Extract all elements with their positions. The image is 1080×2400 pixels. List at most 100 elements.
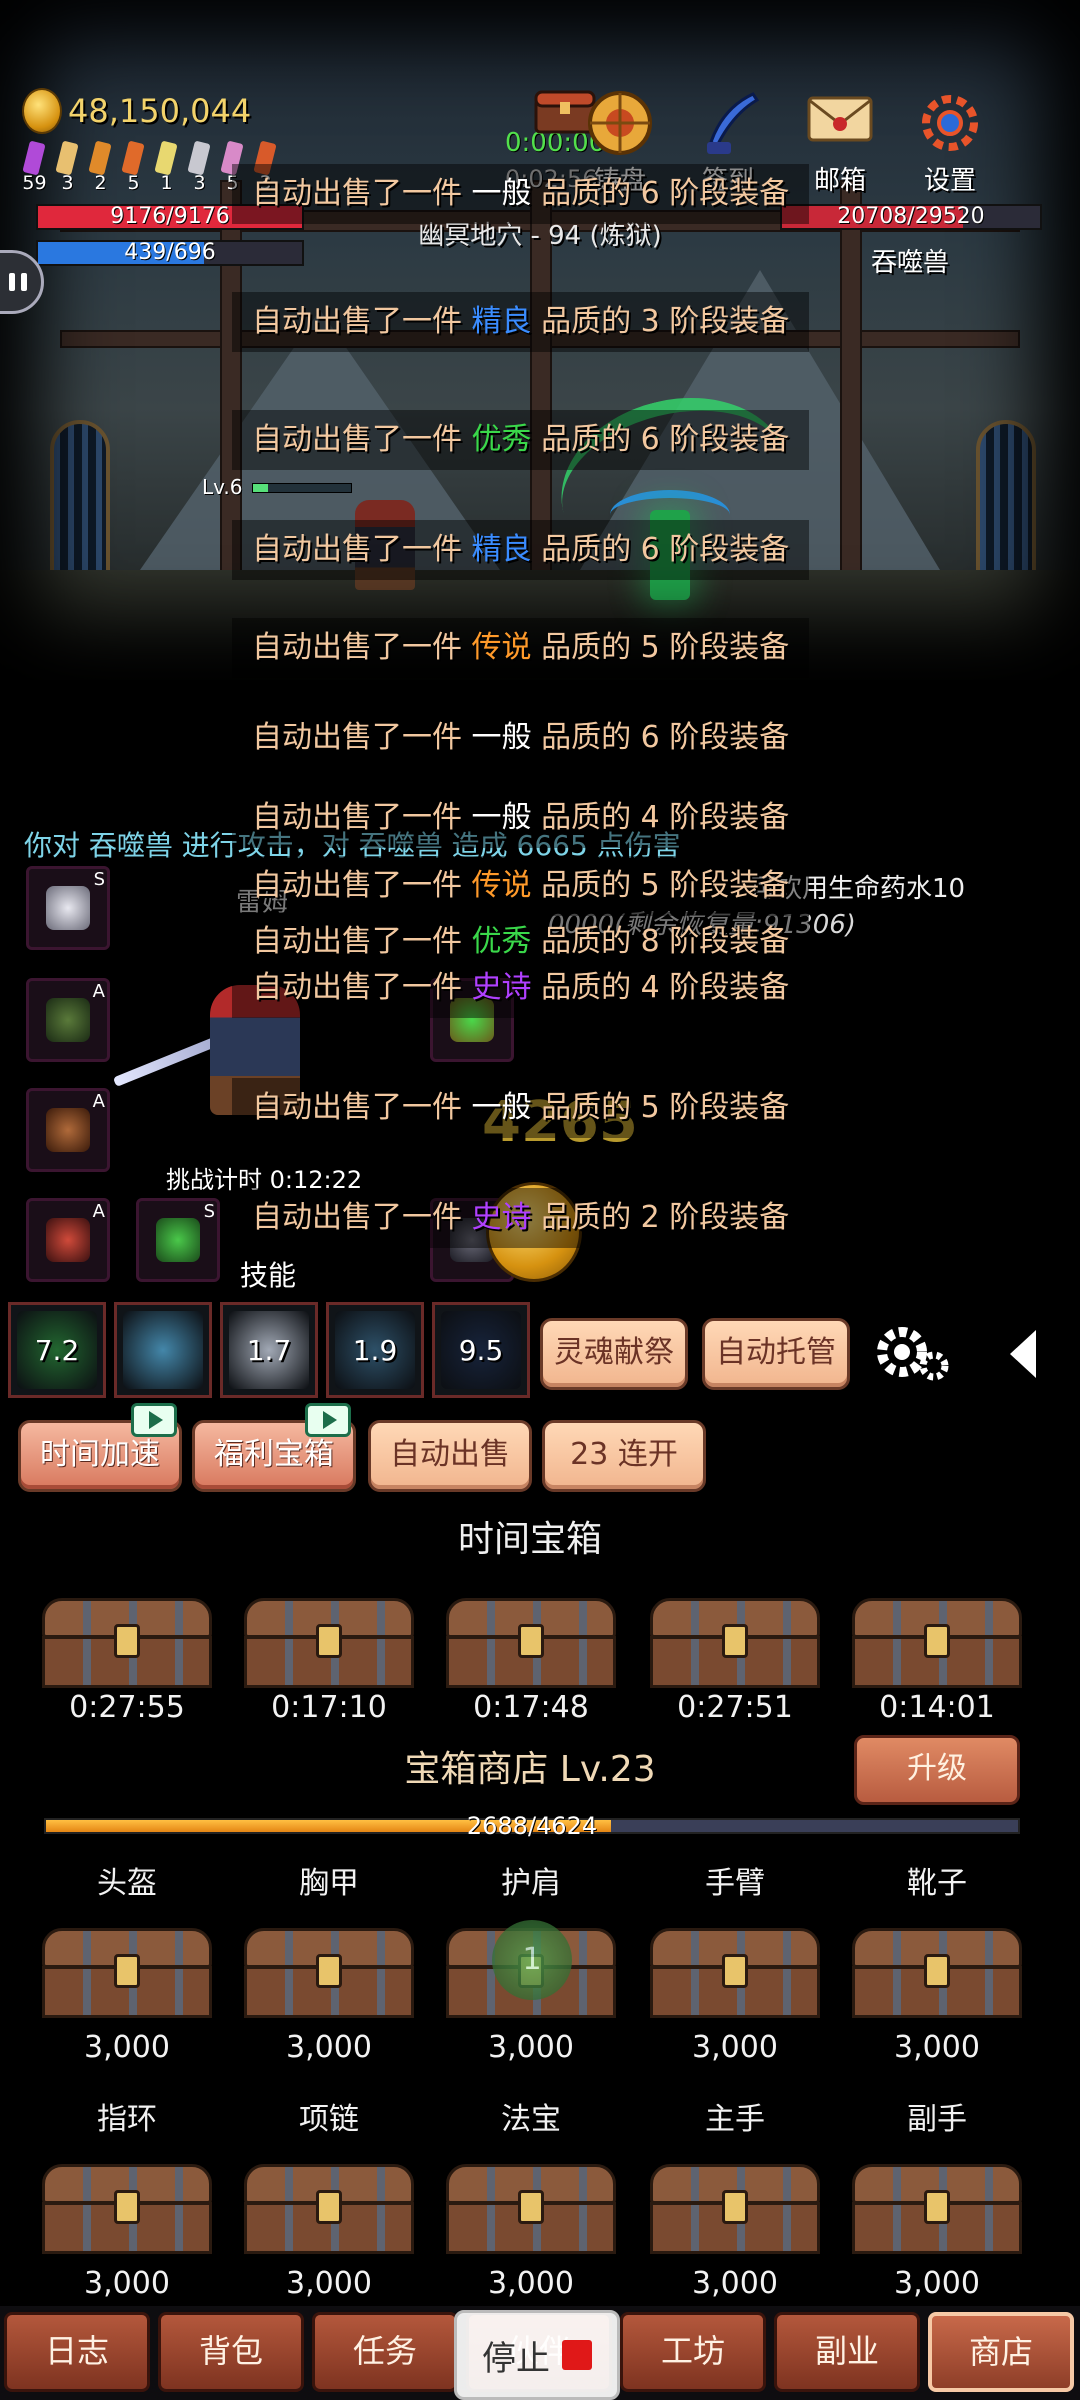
skill-slot[interactable]: 9.5 (432, 1302, 530, 1398)
upgrade-button[interactable]: 升级 (854, 1735, 1020, 1805)
nav-tab[interactable]: 工坊 (620, 2312, 766, 2392)
equip-slot-armor[interactable]: A (26, 978, 110, 1062)
time-accel-button[interactable]: 时间加速 (18, 1403, 182, 1492)
equip-grade: A (92, 1201, 105, 1222)
auto-sell-notice: 自动出售了一件 传说 品质的 5 阶段装备 (232, 618, 810, 678)
notice-tier: 5 (640, 1090, 660, 1125)
notice-mid: 品质的 (541, 868, 632, 903)
time-chest[interactable] (244, 1598, 414, 1688)
notice-tier: 5 (640, 868, 660, 903)
lock-icon (114, 2190, 140, 2224)
auto-sell-button[interactable]: 自动出售 (368, 1420, 532, 1492)
auto-manage-button[interactable]: 自动托管 (702, 1318, 850, 1390)
nav-tab[interactable]: 日志 (4, 2312, 150, 2392)
auto-sell-notice: 自动出售了一件 一般 品质的 6 阶段装备 (232, 164, 810, 224)
notice-mid: 品质的 (541, 970, 632, 1005)
lock-icon (924, 1624, 950, 1658)
lock-icon (316, 1624, 342, 1658)
enemy-hp-text: 20708/29520 (837, 204, 985, 229)
collapse-arrow-icon[interactable] (1010, 1330, 1036, 1378)
skill-cooldown: 7.2 (34, 1333, 80, 1367)
resource-count: 5 (127, 172, 140, 194)
notice-quality: 一般 (471, 176, 532, 211)
notice-tier: 6 (640, 422, 660, 457)
lock-icon (114, 1954, 140, 1988)
nav-tab[interactable]: 副业 (774, 2312, 920, 2392)
skill-slot[interactable]: 1.9 (326, 1302, 424, 1398)
equip-slot-wolf[interactable]: S (26, 866, 110, 950)
helmet-icon (46, 1108, 90, 1152)
multi-open-button[interactable]: 23 连开 (542, 1420, 706, 1492)
nav-tab[interactable]: 背包 (158, 2312, 304, 2392)
video-ad-icon (305, 1403, 351, 1437)
skill-slot[interactable] (114, 1302, 212, 1398)
shop-chest[interactable] (852, 2164, 1022, 2254)
auto-sell-notice: 自动出售了一件 精良 品质的 3 阶段装备 (232, 292, 810, 352)
shop-category-label: 指环 (97, 2102, 157, 2137)
notice-prefix: 自动出售了一件 (252, 924, 462, 959)
time-chest[interactable] (42, 1598, 212, 1688)
resource-scroll-icon (22, 140, 46, 176)
shop-chest-price: 3,000 (84, 2266, 170, 2301)
welfare-chest-button[interactable]: 福利宝箱 (192, 1403, 356, 1492)
nav-tab[interactable]: 任务 (312, 2312, 458, 2392)
auto-sell-notice: 自动出售了一件 一般 品质的 4 阶段装备 (232, 788, 810, 848)
equip-slot-axe[interactable]: S (136, 1198, 220, 1282)
notice-tier: 6 (640, 532, 660, 567)
settings-icon (915, 88, 985, 158)
equip-slot-gauntlet[interactable]: A (26, 1198, 110, 1282)
notice-prefix: 自动出售了一件 (252, 532, 462, 567)
time-chest[interactable] (852, 1598, 1022, 1688)
resource-item[interactable]: 3 (51, 140, 84, 194)
notice-prefix: 自动出售了一件 (252, 1090, 462, 1125)
time-chest-timer: 0:14:01 (879, 1690, 995, 1725)
shop-chest[interactable] (650, 1928, 820, 2018)
resource-item[interactable]: 1 (150, 140, 183, 194)
shop-chest[interactable] (244, 1928, 414, 2018)
shop-chest-price: 3,000 (286, 2030, 372, 2065)
resource-item[interactable]: 59 (18, 140, 51, 194)
shop-chest[interactable] (446, 2164, 616, 2254)
notice-quality: 优秀 (471, 422, 532, 457)
time-chest[interactable] (446, 1598, 616, 1688)
top-shortcut-settings[interactable]: 设置 (905, 88, 995, 197)
notice-prefix: 自动出售了一件 (252, 422, 462, 457)
resource-item[interactable]: 5 (117, 140, 150, 194)
stop-button[interactable]: 停止 (454, 2310, 620, 2400)
notice-prefix: 自动出售了一件 (252, 176, 462, 211)
player-xp-bar (252, 483, 352, 493)
shop-chest-price: 3,000 (488, 2266, 574, 2301)
time-chest-title: 时间宝箱 (457, 1519, 602, 1560)
player-mp-bar: 439/696 (36, 240, 304, 266)
notice-quality: 一般 (471, 1090, 532, 1125)
chest-shop-title: 宝箱商店 Lv.23 (404, 1749, 656, 1790)
equip-slot-helmet[interactable]: A (26, 1088, 110, 1172)
notice-mid: 品质的 (541, 924, 632, 959)
shop-chest[interactable] (42, 1928, 212, 2018)
time-chest-timer: 0:27:51 (677, 1690, 793, 1725)
shop-chest[interactable] (852, 1928, 1022, 2018)
lock-icon (722, 1954, 748, 1988)
resource-item[interactable]: 2 (84, 140, 117, 194)
lock-icon (924, 1954, 950, 1988)
notice-prefix: 自动出售了一件 (252, 1200, 462, 1235)
lock-icon (316, 1954, 342, 1988)
equip-grade: S (203, 1201, 215, 1222)
gold-display: 48,150,044 (22, 88, 251, 134)
auto-sell-notice: 自动出售了一件 一般 品质的 5 阶段装备 (232, 1078, 810, 1138)
resource-item[interactable]: 3 (183, 140, 216, 194)
skill-slot[interactable]: 7.2 (8, 1302, 106, 1398)
shop-chest[interactable] (42, 2164, 212, 2254)
shop-chest[interactable] (244, 2164, 414, 2254)
gear-icon[interactable] (872, 1318, 952, 1388)
time-chest[interactable] (650, 1598, 820, 1688)
wolf-head-icon (46, 886, 90, 930)
skill-slot[interactable]: 1.7 (220, 1302, 318, 1398)
equip-grade: A (92, 981, 105, 1002)
shop-chest-price: 3,000 (894, 2266, 980, 2301)
shop-chest[interactable] (650, 2164, 820, 2254)
nav-tab[interactable]: 商店 (928, 2312, 1074, 2392)
shop-chest-price: 3,000 (488, 2030, 574, 2065)
soul-sacrifice-button[interactable]: 灵魂献祭 (540, 1318, 688, 1390)
shop-category-label: 胸甲 (299, 1866, 359, 1901)
